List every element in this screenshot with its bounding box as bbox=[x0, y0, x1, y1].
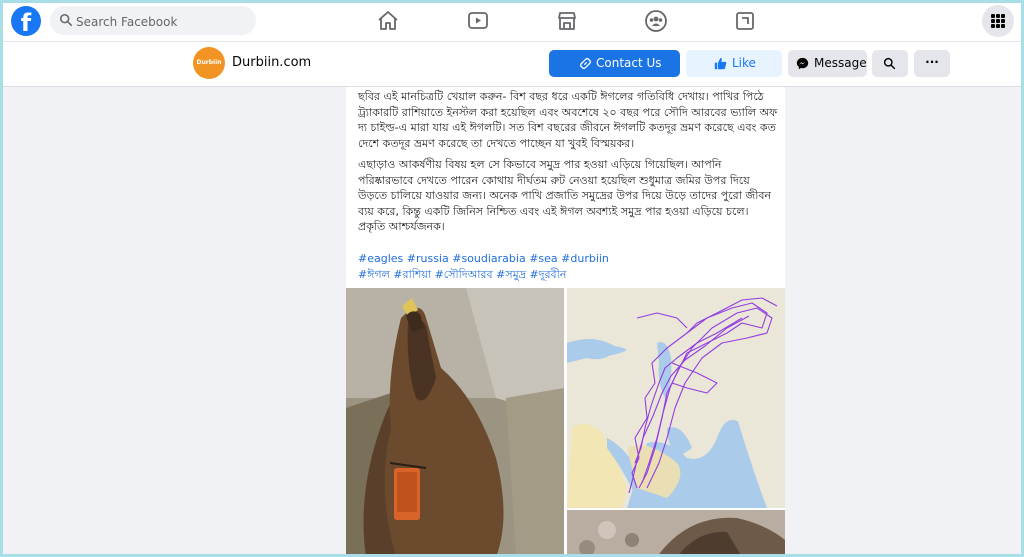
hashtag-line[interactable]: #ঈগল #রাশিয়া #সৌদিআরব #সমুদ্র #দূরবীন bbox=[358, 267, 778, 283]
eagle-illustration bbox=[346, 288, 564, 557]
eagle-secondary-illustration bbox=[567, 510, 785, 557]
facebook-logo-icon[interactable]: f bbox=[11, 6, 41, 36]
link-icon bbox=[579, 57, 592, 70]
search-icon bbox=[59, 13, 73, 27]
contact-us-button[interactable]: Contact Us bbox=[549, 50, 680, 77]
migration-map-illustration bbox=[567, 288, 785, 508]
message-button[interactable]: Message bbox=[788, 50, 867, 77]
eagle-photo[interactable] bbox=[346, 288, 564, 557]
gaming-icon[interactable] bbox=[733, 9, 757, 33]
post-paragraph: এছাড়াও আকর্ষণীয় বিষয় হল সে কিভাবে সমু… bbox=[358, 158, 772, 233]
contact-us-label: Contact Us bbox=[596, 56, 662, 70]
page-header: Durbiin Durbiin.com Contact Us Like Mess… bbox=[0, 42, 1024, 87]
post-text: ছবির এই মানচিত্রটি খেয়াল করুন- বিশ বছর … bbox=[358, 89, 778, 241]
more-options-button[interactable]: ··· bbox=[914, 50, 950, 77]
thumbs-up-icon bbox=[714, 57, 727, 70]
eagle-photo-secondary[interactable] bbox=[567, 510, 785, 557]
marketplace-icon[interactable] bbox=[555, 9, 579, 33]
migration-map[interactable] bbox=[567, 288, 785, 508]
post-paragraph: ছবির এই মানচিত্রটি খেয়াল করুন- বিশ বছর … bbox=[358, 90, 778, 150]
watch-icon[interactable] bbox=[466, 9, 490, 33]
like-label: Like bbox=[732, 56, 756, 70]
page-name[interactable]: Durbiin.com bbox=[232, 55, 311, 70]
post-card: ছবির এই মানচিত্রটি খেয়াল করুন- বিশ বছর … bbox=[346, 87, 785, 557]
search-icon bbox=[883, 57, 896, 70]
menu-grid-icon[interactable] bbox=[982, 5, 1014, 37]
page-search-button[interactable] bbox=[872, 50, 908, 77]
post-hashtags: #eagles #russia #soudiarabia #sea #durbi… bbox=[358, 251, 778, 283]
search-input[interactable] bbox=[74, 6, 254, 37]
like-button[interactable]: Like bbox=[686, 50, 782, 77]
page-avatar[interactable]: Durbiin bbox=[193, 47, 225, 79]
top-navigation-bar: f bbox=[0, 0, 1024, 42]
hashtag-line[interactable]: #eagles #russia #soudiarabia #sea #durbi… bbox=[358, 251, 778, 267]
more-icon: ··· bbox=[925, 55, 939, 69]
search-box[interactable] bbox=[50, 6, 256, 37]
message-label: Message bbox=[814, 56, 867, 70]
home-icon[interactable] bbox=[376, 9, 400, 33]
groups-icon[interactable] bbox=[644, 9, 668, 33]
messenger-icon bbox=[796, 57, 809, 70]
